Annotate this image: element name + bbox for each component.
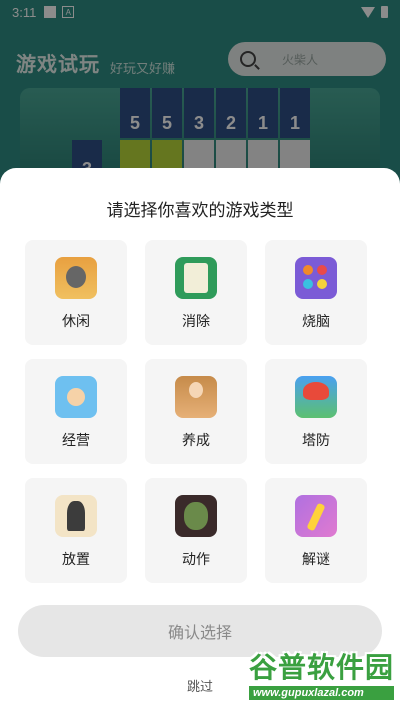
sheet-title: 请选择你喜欢的游戏类型 [106,201,294,221]
category-label: 经营 [62,433,90,449]
girl-character-icon [175,376,217,418]
category-label: 放置 [62,552,90,568]
mahjong-tile-icon [175,257,217,299]
colored-balls-icon [295,257,337,299]
category-label: 养成 [182,433,210,449]
category-card-idle[interactable]: 放置 [25,478,127,583]
game-type-sheet: 请选择你喜欢的游戏类型 休闲 消除 烧脑 经营 养成 塔防 放置 动作 解谜 确… [0,168,400,712]
category-label: 解谜 [302,552,330,568]
zombie-icon [175,495,217,537]
category-label: 塔防 [302,433,330,449]
category-card-puzzle[interactable]: 解谜 [265,478,367,583]
boy-character-icon [55,376,97,418]
category-card-brain[interactable]: 烧脑 [265,240,367,345]
category-card-management[interactable]: 经营 [25,359,127,464]
category-label: 休闲 [62,314,90,330]
category-label: 动作 [182,552,210,568]
category-card-tower-defense[interactable]: 塔防 [265,359,367,464]
category-card-casual[interactable]: 休闲 [25,240,127,345]
dragon-icon [295,376,337,418]
monkey-game-icon [55,257,97,299]
category-label: 消除 [182,314,210,330]
watermark-brand: 谷普软件园 [248,651,394,684]
warrior-icon [55,495,97,537]
category-card-action[interactable]: 动作 [145,478,247,583]
watermark-url: www.gupuxlazal.com [248,686,394,700]
pencil-puzzle-icon [295,495,337,537]
category-card-match[interactable]: 消除 [145,240,247,345]
category-card-nurture[interactable]: 养成 [145,359,247,464]
category-label: 烧脑 [302,314,330,330]
watermark: 谷普软件园 www.gupuxlazal.com [248,646,394,700]
category-grid: 休闲 消除 烧脑 经营 养成 塔防 放置 动作 解谜 [25,240,375,583]
